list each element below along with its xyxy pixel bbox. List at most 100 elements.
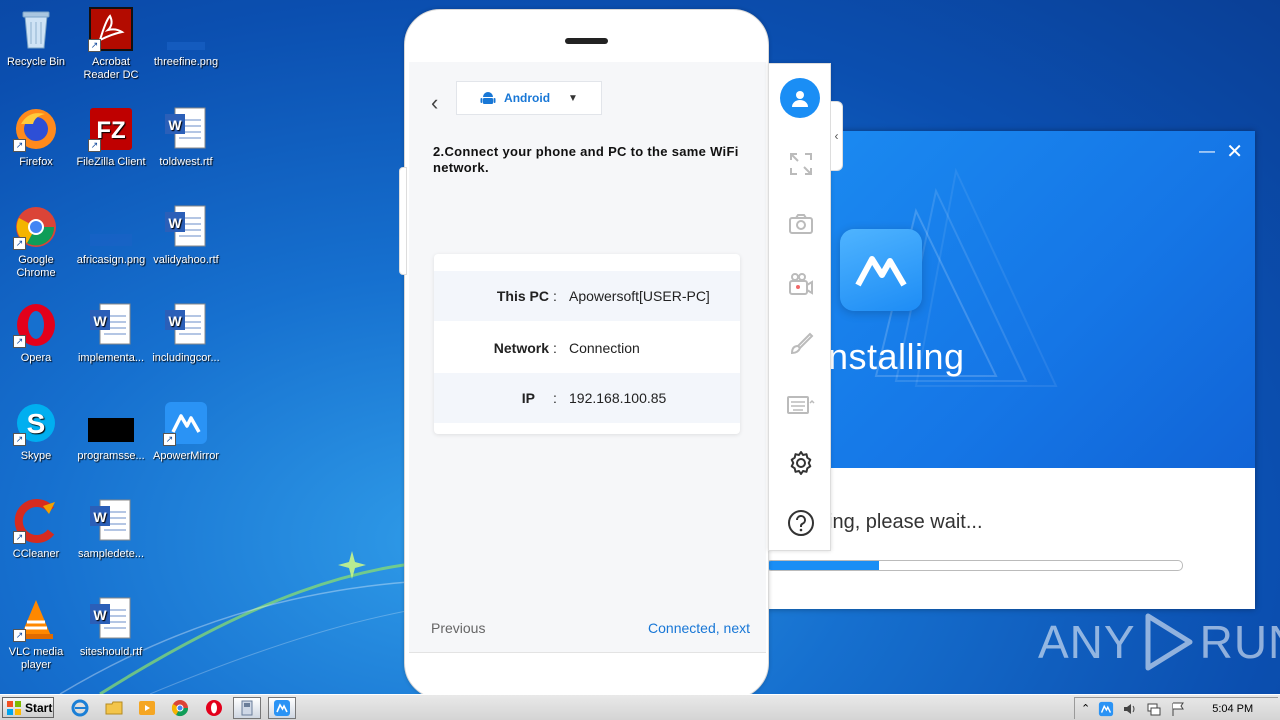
step-instruction: 2.Connect your phone and PC to the same …: [433, 144, 739, 175]
svg-text:W: W: [93, 509, 107, 525]
shortcut-arrow-icon: ↗: [13, 237, 26, 250]
installer-status-text: ing, please wait...: [828, 511, 983, 533]
word-document-icon: W: [163, 302, 209, 348]
start-label: Start: [25, 700, 53, 715]
desktop-icon-firefox[interactable]: ↗ Firefox: [0, 106, 72, 169]
desktop-icon-siteshould[interactable]: W siteshould.rtf: [75, 596, 147, 659]
fullscreen-button[interactable]: [781, 144, 821, 184]
shortcut-arrow-icon: ↗: [13, 139, 26, 152]
taskbar-ie[interactable]: [66, 697, 94, 719]
taskbar-opera[interactable]: [200, 697, 228, 719]
keyboard-button[interactable]: [781, 384, 821, 424]
desktop-icon-vlc[interactable]: ↗ VLC media player: [0, 596, 72, 672]
windows-logo-icon: [7, 700, 21, 715]
desktop-icon-skype[interactable]: S ↗ Skype: [0, 400, 72, 463]
volume-icon[interactable]: [1122, 701, 1138, 717]
start-button[interactable]: Start: [2, 697, 54, 718]
desktop-icon-label: Opera: [20, 352, 52, 364]
desktop-icon-implementa[interactable]: W implementa...: [75, 302, 147, 365]
desktop-icon-filezilla[interactable]: FZ ↗ FileZilla Client: [75, 106, 147, 169]
desktop-icon-opera[interactable]: ↗ Opera: [0, 302, 72, 365]
screenshot-button[interactable]: [781, 204, 821, 244]
android-icon: [480, 92, 496, 104]
apowermirror-tray-icon[interactable]: [1098, 701, 1114, 717]
play-triangle-icon: [1145, 613, 1193, 671]
desktop-icon-label: sampledete...: [77, 548, 145, 560]
back-arrow-icon[interactable]: ‹: [431, 90, 438, 116]
network-icon[interactable]: [1146, 701, 1162, 717]
desktop-icon-recycle-bin[interactable]: Recycle Bin: [0, 6, 72, 69]
watermark-text-left: ANY: [1038, 616, 1136, 668]
installer-close-button[interactable]: ✕: [1226, 139, 1243, 164]
desktop-icon-label: Google Chrome: [16, 254, 56, 279]
gear-icon: [790, 451, 812, 475]
taskbar-chrome[interactable]: [166, 697, 194, 719]
desktop-icon-label: includingcor...: [152, 352, 220, 364]
connected-next-button[interactable]: Connected, next: [648, 620, 750, 636]
info-separator: :: [553, 390, 557, 406]
camera-icon: [789, 214, 813, 234]
help-button[interactable]: [781, 503, 821, 543]
desktop-icon-programsse[interactable]: programsse...: [75, 400, 147, 463]
desktop-icon-chrome[interactable]: ↗ Google Chrome: [0, 204, 72, 280]
ccleaner-icon: ↗: [13, 498, 59, 544]
desktop-icon-label: VLC media player: [8, 646, 64, 671]
installer-progress-bar: [766, 560, 1183, 571]
folder-icon: [105, 701, 123, 715]
taskbar-explorer[interactable]: [100, 697, 128, 719]
desktop-icon-label: ApowerMirror: [152, 450, 219, 462]
desktop-icon-apowermirror[interactable]: ↗ ApowerMirror: [150, 400, 222, 463]
info-separator: :: [553, 340, 557, 356]
svg-text:W: W: [93, 607, 107, 623]
desktop-icon-acrobat[interactable]: ↗ Acrobat Reader DC: [75, 6, 147, 82]
word-document-icon: W: [163, 204, 209, 250]
keyboard-icon: [787, 396, 815, 414]
opera-icon: ↗: [13, 302, 59, 348]
taskbar-clock[interactable]: 5:04 PM: [1212, 703, 1253, 715]
apowermirror-logo-icon: [840, 229, 922, 311]
info-row-pc: This PC : Apowersoft[USER-PC]: [434, 271, 740, 321]
desktop-icon-toldwest[interactable]: W toldwest.rtf: [150, 106, 222, 169]
desktop-icon-threefine[interactable]: threefine.png: [150, 6, 222, 69]
desktop-icon-includingcor[interactable]: W includingcor...: [150, 302, 222, 365]
settings-button[interactable]: [781, 443, 821, 483]
svg-text:W: W: [93, 313, 107, 329]
word-document-icon: W: [88, 596, 134, 642]
info-separator: :: [553, 288, 557, 304]
desktop-icon-label: implementa...: [77, 352, 145, 364]
info-value-pc: Apowersoft[USER-PC]: [569, 288, 710, 304]
installer-minimize-button[interactable]: —: [1199, 143, 1215, 161]
info-label-pc: This PC: [496, 288, 549, 304]
desktop-icon-africasign[interactable]: africasign.png: [75, 204, 147, 267]
svg-text:W: W: [168, 117, 182, 133]
info-label-network: Network: [493, 340, 549, 356]
desktop-icon-ccleaner[interactable]: ↗ CCleaner: [0, 498, 72, 561]
taskbar-apowermirror[interactable]: [268, 697, 296, 719]
phone-bottom-divider: [409, 652, 766, 653]
desktop-icon-label: siteshould.rtf: [79, 646, 143, 658]
shortcut-arrow-icon: ↗: [13, 629, 26, 642]
taskbar-installer[interactable]: [233, 697, 261, 719]
desktop-icon-validyahoo[interactable]: W validyahoo.rtf: [150, 204, 222, 267]
draw-button[interactable]: [781, 324, 821, 364]
record-button[interactable]: [781, 264, 821, 304]
previous-button[interactable]: Previous: [431, 620, 485, 636]
fullscreen-icon: [790, 153, 812, 175]
desktop-icon-label: africasign.png: [76, 254, 146, 266]
desktop-icon-label: Firefox: [19, 156, 53, 168]
action-center-flag-icon[interactable]: [1170, 701, 1186, 717]
chevron-left-icon: ‹: [834, 129, 839, 143]
word-document-icon: W: [163, 106, 209, 152]
info-value-ip: 192.168.100.85: [569, 390, 667, 406]
shortcut-arrow-icon: ↗: [13, 433, 26, 446]
user-account-button[interactable]: [780, 78, 820, 118]
os-select-dropdown[interactable]: Android ▼: [456, 81, 602, 115]
desktop-icon-sampledete[interactable]: W sampledete...: [75, 498, 147, 561]
image-file-icon: [163, 6, 209, 52]
toolbar-collapse-button[interactable]: ‹: [831, 101, 843, 171]
apowermirror-icon: ↗: [163, 400, 209, 446]
word-document-icon: W: [88, 302, 134, 348]
taskbar-media-player[interactable]: [133, 697, 161, 719]
tray-expand-icon[interactable]: ⌃: [1081, 702, 1090, 715]
info-label-ip: IP: [521, 390, 535, 406]
